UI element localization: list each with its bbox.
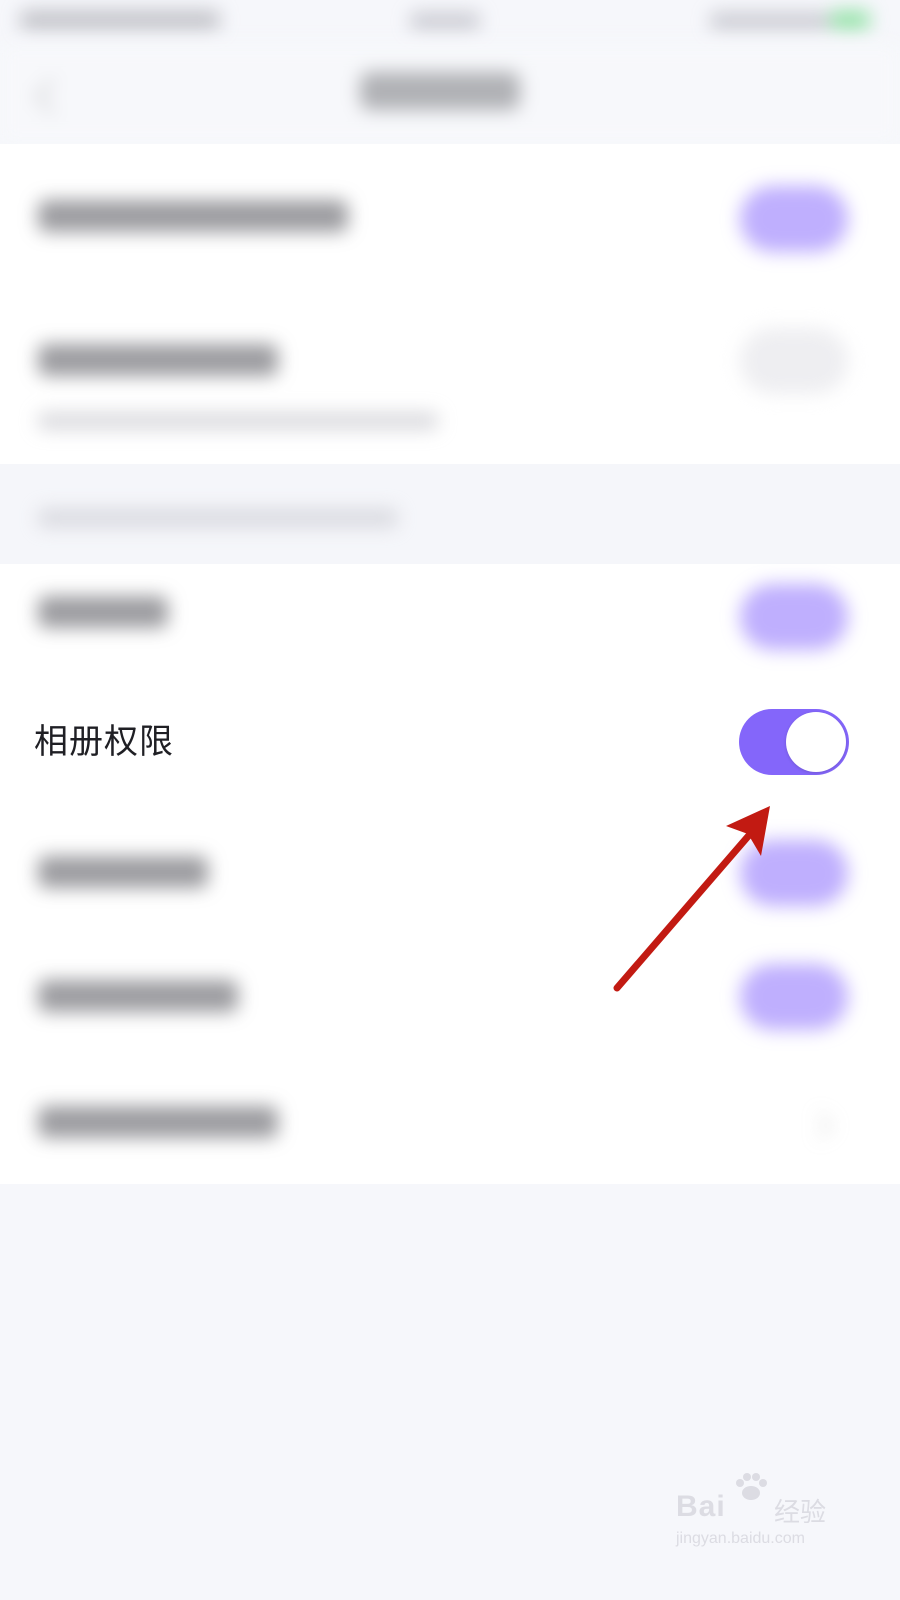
watermark-url: jingyan.baidu.com [676,1530,805,1547]
arrow-head [726,806,770,856]
screen: 相册权限 Bai 经验 jingyan.baidu.com [0,0,900,1600]
watermark: Bai 经验 jingyan.baidu.com [676,1472,846,1556]
watermark-brand: Bai [676,1490,726,1523]
arrow-icon [613,806,770,992]
paw-icon [736,1473,767,1500]
watermark-brand-suffix: 经验 [774,1498,827,1528]
arrow-shaft [613,822,761,992]
